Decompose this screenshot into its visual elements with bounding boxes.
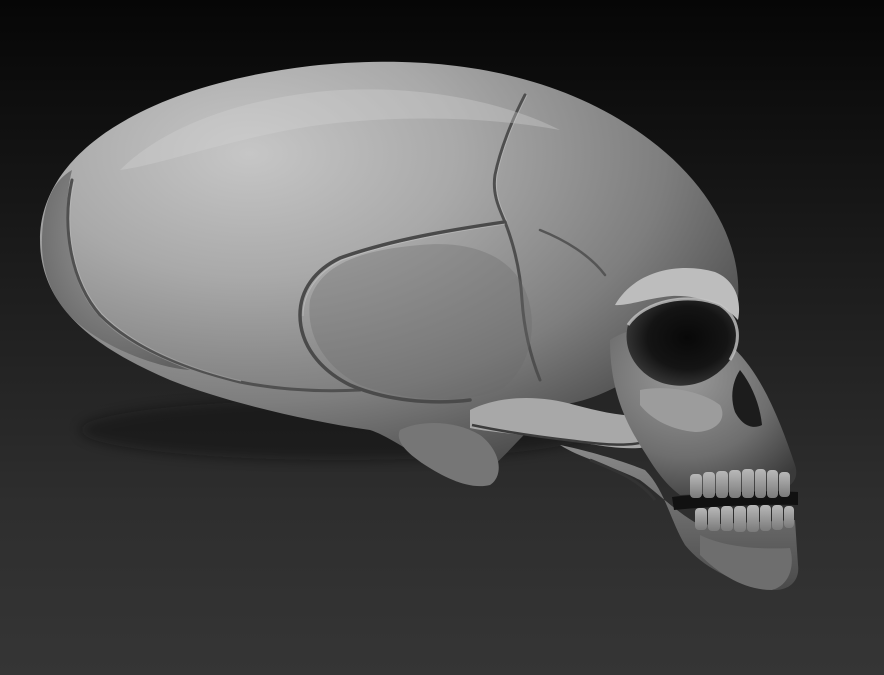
tooth	[708, 507, 720, 531]
tooth	[784, 506, 794, 528]
tooth	[742, 469, 754, 498]
lower-teeth	[695, 505, 794, 532]
tooth	[747, 505, 759, 532]
tooth	[760, 505, 771, 531]
tooth	[755, 469, 766, 498]
tooth	[772, 505, 783, 530]
tooth	[703, 472, 715, 498]
upper-teeth	[690, 469, 790, 498]
tooth	[729, 470, 741, 498]
tooth	[779, 472, 790, 497]
viewport-canvas[interactable]	[0, 0, 884, 675]
tooth	[695, 508, 707, 530]
tooth	[690, 474, 702, 498]
tooth	[734, 506, 746, 532]
skull-render	[40, 61, 799, 590]
tooth	[721, 506, 733, 531]
tooth	[767, 470, 778, 498]
tooth	[716, 471, 728, 498]
